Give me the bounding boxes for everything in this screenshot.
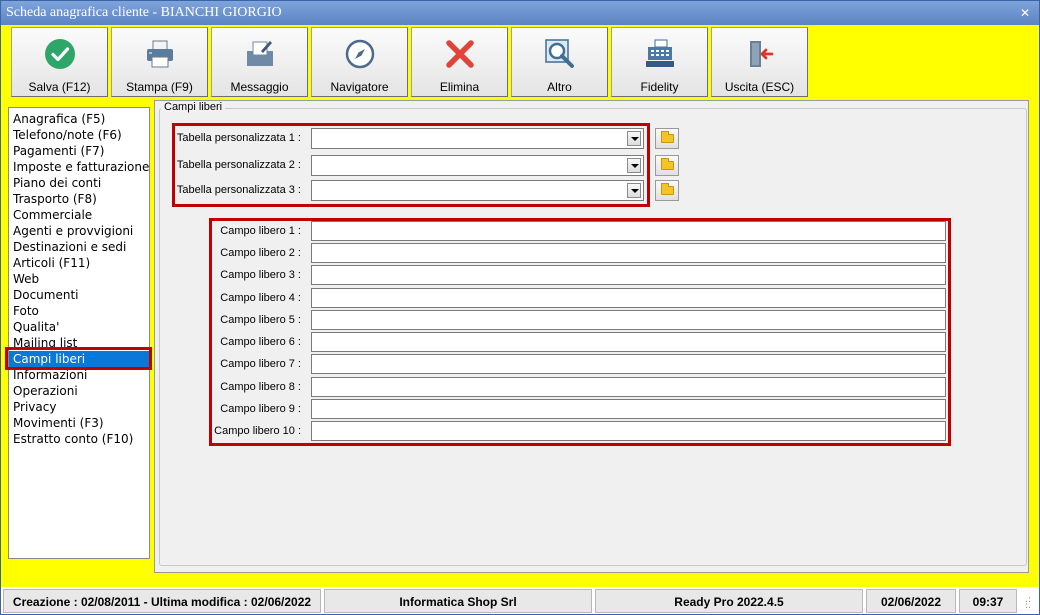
sidebar-item-trasporto[interactable]: Trasporto (F8) xyxy=(9,191,149,207)
folder-icon xyxy=(661,131,674,143)
message-button[interactable]: Messaggio xyxy=(211,27,308,97)
sidebar-item-foto[interactable]: Foto xyxy=(9,303,149,319)
free-field-10-label: Campo libero 10 : xyxy=(214,425,301,437)
exit-door-icon xyxy=(750,41,774,67)
free-field-6-input[interactable] xyxy=(311,332,946,352)
compass-icon xyxy=(345,39,375,69)
main-window: Scheda anagrafica cliente - BIANCHI GIOR… xyxy=(0,0,1040,615)
sidebar-item-articoli[interactable]: Articoli (F11) xyxy=(9,255,149,271)
free-field-4-input[interactable] xyxy=(311,288,946,308)
printer-icon xyxy=(147,40,173,68)
navigator-label: Navigatore xyxy=(330,80,389,94)
free-field-1-label: Campo libero 1 : xyxy=(220,225,301,237)
free-field-6-label: Campo libero 6 : xyxy=(220,336,301,348)
free-field-2-input[interactable] xyxy=(311,243,946,263)
custom-table-2-label: Tabella personalizzata 2 : xyxy=(176,159,301,171)
custom-table-1-folder-button[interactable] xyxy=(655,128,679,149)
sidebar-item-documenti[interactable]: Documenti xyxy=(9,287,149,303)
free-field-9-label: Campo libero 9 : xyxy=(220,403,301,415)
free-field-8-label: Campo libero 8 : xyxy=(220,381,301,393)
delete-button[interactable]: Elimina xyxy=(411,27,508,97)
custom-table-2-folder-button[interactable] xyxy=(655,155,679,176)
magnifier-icon xyxy=(545,39,574,68)
sidebar-item-imposte[interactable]: Imposte e fatturazione xyxy=(9,159,149,175)
save-button[interactable]: Salva (F12) xyxy=(11,27,108,97)
navigator-button[interactable]: Navigatore xyxy=(311,27,408,97)
print-label: Stampa (F9) xyxy=(126,80,193,94)
check-icon xyxy=(45,39,75,69)
status-version: Ready Pro 2022.4.5 xyxy=(595,589,863,613)
sidebar-item-movimenti[interactable]: Movimenti (F3) xyxy=(9,415,149,431)
custom-table-3-select[interactable] xyxy=(311,180,644,201)
dropdown-arrow-icon[interactable] xyxy=(627,158,641,173)
delete-label: Elimina xyxy=(439,80,480,94)
sidebar-item-estratto-conto[interactable]: Estratto conto (F10) xyxy=(9,431,149,447)
sidebar-nav: Anagrafica (F5) Telefono/note (F6) Pagam… xyxy=(8,107,150,559)
fidelity-label: Fidelity xyxy=(640,80,679,94)
sidebar-item-pagamenti[interactable]: Pagamenti (F7) xyxy=(9,143,149,159)
free-field-4-label: Campo libero 4 : xyxy=(220,292,301,304)
free-field-9-input[interactable] xyxy=(311,399,946,419)
free-field-7-input[interactable] xyxy=(311,354,946,374)
custom-table-3-label: Tabella personalizzata 3 : xyxy=(176,184,301,196)
sidebar-highlight-box xyxy=(5,347,152,370)
delete-x-icon xyxy=(446,40,474,68)
title-bar: Scheda anagrafica cliente - BIANCHI GIOR… xyxy=(1,1,1039,25)
custom-table-1-label: Tabella personalizzata 1 : xyxy=(176,132,301,144)
sidebar-item-piano-conti[interactable]: Piano dei conti xyxy=(9,175,149,191)
exit-label: Uscita (ESC) xyxy=(724,80,795,94)
fidelity-button[interactable]: Fidelity xyxy=(611,27,708,97)
status-time: 09:37 xyxy=(959,589,1017,613)
free-field-5-input[interactable] xyxy=(311,310,946,330)
save-label: Salva (F12) xyxy=(28,80,91,94)
free-field-2-label: Campo libero 2 : xyxy=(220,247,301,259)
custom-table-2-select[interactable] xyxy=(311,155,644,176)
message-icon xyxy=(247,41,273,66)
free-field-5-label: Campo libero 5 : xyxy=(220,314,301,326)
free-field-1-input[interactable] xyxy=(311,221,946,241)
message-label: Messaggio xyxy=(230,80,289,94)
other-label: Altro xyxy=(547,80,572,94)
free-field-10-input[interactable] xyxy=(311,421,946,441)
sidebar-item-commerciale[interactable]: Commerciale xyxy=(9,207,149,223)
resize-grip-icon[interactable]: .::. xyxy=(1025,596,1035,611)
folder-icon xyxy=(661,158,674,170)
dropdown-arrow-icon[interactable] xyxy=(627,131,641,146)
sidebar-item-telefono-note[interactable]: Telefono/note (F6) xyxy=(9,127,149,143)
sidebar-item-web[interactable]: Web xyxy=(9,271,149,287)
dropdown-arrow-icon[interactable] xyxy=(627,183,641,198)
status-company: Informatica Shop Srl xyxy=(324,589,592,613)
print-button[interactable]: Stampa (F9) xyxy=(111,27,208,97)
status-date: 02/06/2022 xyxy=(866,589,956,613)
sidebar-item-anagrafica[interactable]: Anagrafica (F5) xyxy=(9,111,149,127)
cash-register-icon xyxy=(646,39,674,67)
free-field-3-input[interactable] xyxy=(311,265,946,285)
custom-table-3-folder-button[interactable] xyxy=(655,180,679,201)
free-field-7-label: Campo libero 7 : xyxy=(220,358,301,370)
free-field-8-input[interactable] xyxy=(311,377,946,397)
sidebar-item-qualita[interactable]: Qualita' xyxy=(9,319,149,335)
other-button[interactable]: Altro xyxy=(511,27,608,97)
close-button[interactable]: ✕ xyxy=(1017,5,1033,21)
sidebar-item-agenti[interactable]: Agenti e provvigioni xyxy=(9,223,149,239)
sidebar-item-operazioni[interactable]: Operazioni xyxy=(9,383,149,399)
folder-icon xyxy=(661,183,674,195)
window-title: Scheda anagrafica cliente - BIANCHI GIOR… xyxy=(6,5,282,20)
sidebar-item-privacy[interactable]: Privacy xyxy=(9,399,149,415)
status-bar: Creazione : 02/08/2011 - Ultima modifica… xyxy=(1,587,1039,614)
group-title: Campi liberi xyxy=(161,101,226,113)
exit-button[interactable]: Uscita (ESC) xyxy=(711,27,808,97)
status-dates: Creazione : 02/08/2011 - Ultima modifica… xyxy=(3,589,321,613)
sidebar-item-destinazioni[interactable]: Destinazioni e sedi xyxy=(9,239,149,255)
custom-table-1-select[interactable] xyxy=(311,128,644,149)
free-field-3-label: Campo libero 3 : xyxy=(220,269,301,281)
